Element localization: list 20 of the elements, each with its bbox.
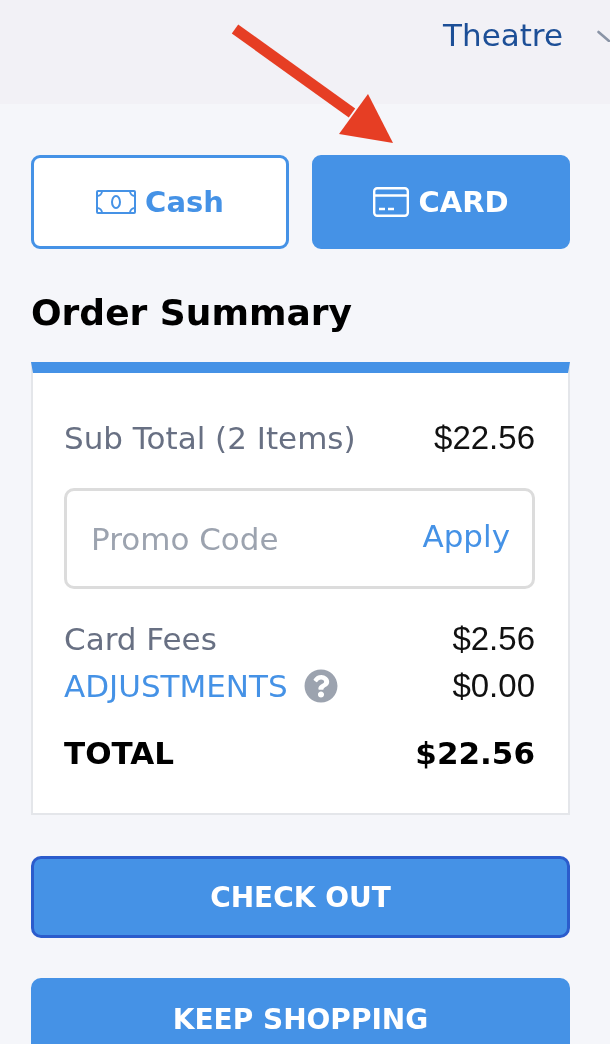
fee-label: Card Fees — [64, 620, 217, 657]
subtotal-label: Sub Total (2 Items) — [64, 420, 356, 456]
action-button[interactable]: CHECK OUT — [31, 856, 570, 938]
venue-name[interactable]: Theatre — [443, 16, 563, 54]
total-amount: $22.56 — [415, 735, 535, 771]
apply-link[interactable]: Apply — [422, 517, 510, 554]
payment-method-button[interactable]: Cash — [31, 155, 289, 249]
banknote-icon — [96, 190, 137, 214]
fee-amount: $2.56 — [452, 619, 535, 658]
chevron-icon[interactable] — [597, 30, 610, 42]
help-icon[interactable] — [303, 668, 338, 703]
action-button[interactable]: KEEP SHOPPING — [31, 978, 570, 1044]
subtotal-amount: $22.56 — [434, 419, 535, 457]
total-label: TOTAL — [64, 735, 174, 771]
promo-code-field[interactable]: Promo Code Apply — [64, 488, 535, 589]
payment-method-button[interactable]: CARD — [312, 155, 570, 249]
fee-amount: $0.00 — [452, 666, 535, 705]
credit-card-icon — [373, 187, 410, 217]
order-summary-title: Order Summary — [31, 291, 353, 334]
adjustments-link[interactable]: ADJUSTMENTS — [64, 667, 288, 704]
